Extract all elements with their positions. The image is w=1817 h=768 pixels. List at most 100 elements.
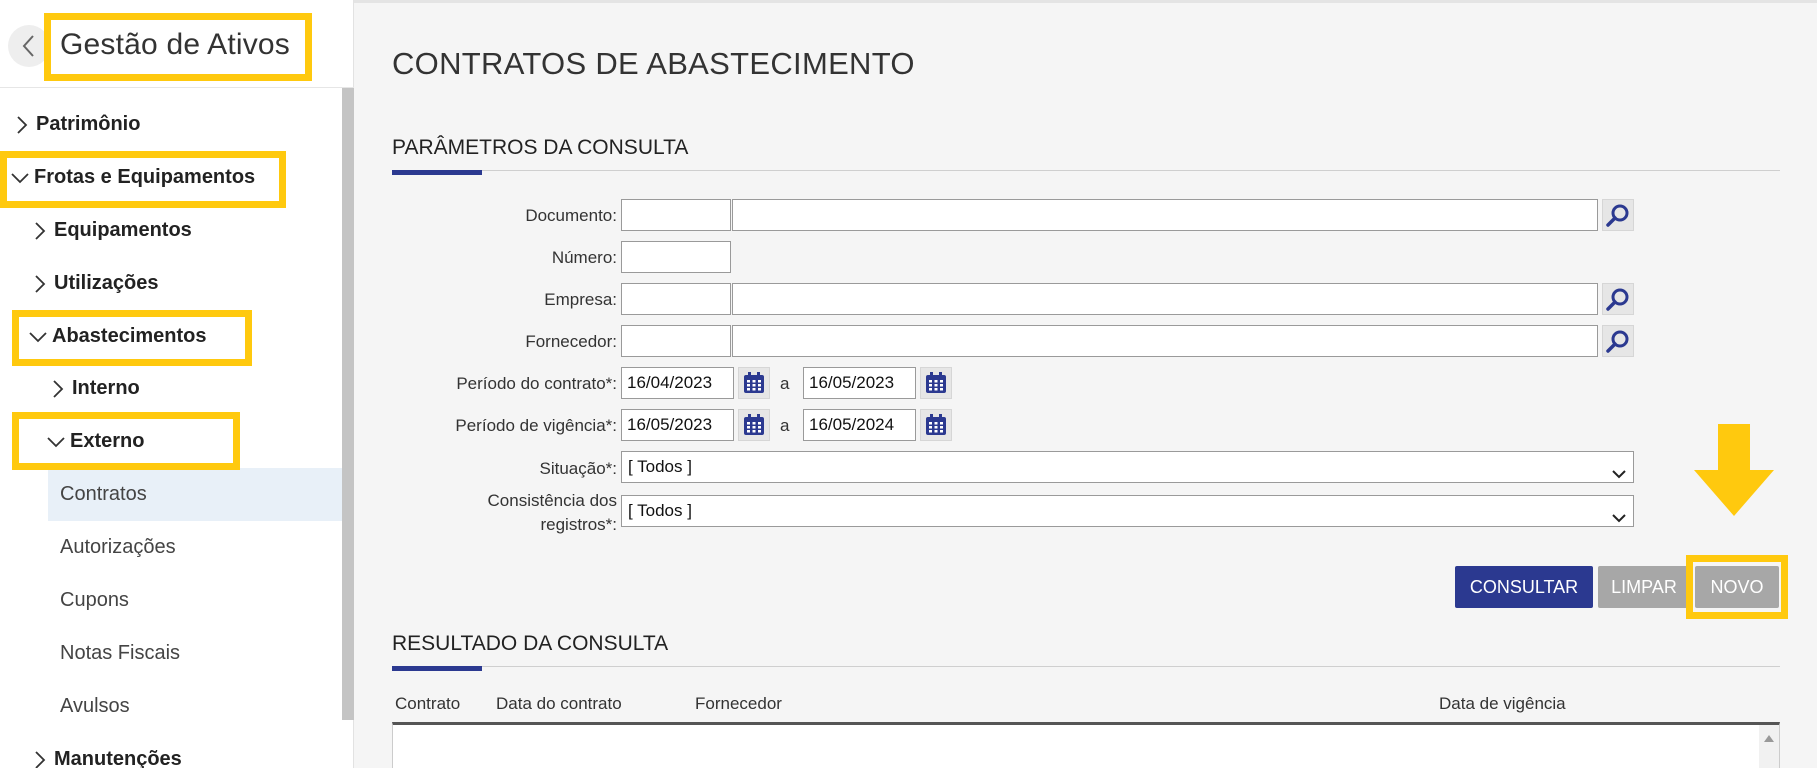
periodo-contrato-label: Período do contrato*: xyxy=(456,374,617,393)
sidebar: Gestão de Ativos Patrimônio Frotas e Equ… xyxy=(0,0,354,768)
consistencia-label-line2: registros*: xyxy=(540,515,617,534)
nav-item-label: Frotas e Equipamentos xyxy=(34,166,256,188)
nav-item-label: Autorizações xyxy=(60,536,176,558)
fornecedor-search-button[interactable] xyxy=(1602,325,1634,357)
chevron-right-icon xyxy=(30,750,50,768)
vigencia-end-date-input[interactable]: 16/05/2024 xyxy=(803,409,916,441)
top-divider xyxy=(354,0,1817,3)
contrato-start-calendar-button[interactable] xyxy=(738,367,770,399)
calendar-icon xyxy=(926,414,946,435)
documento-label: Documento: xyxy=(525,206,617,225)
nav-item-frotas-equipamentos[interactable]: Frotas e Equipamentos xyxy=(10,151,255,204)
column-header-contrato[interactable]: Contrato xyxy=(395,694,460,714)
chevron-down-icon xyxy=(46,432,66,452)
nav-item-label: Contratos xyxy=(60,483,147,505)
column-header-data-contrato[interactable]: Data do contrato xyxy=(496,694,622,714)
params-section-title: PARÂMETROS DA CONSULTA xyxy=(392,136,689,159)
column-header-fornecedor[interactable]: Fornecedor xyxy=(695,694,782,714)
situacao-select[interactable]: [ Todos ] xyxy=(621,451,1634,483)
results-table xyxy=(392,722,1780,768)
nav-item-patrimonio[interactable]: Patrimônio xyxy=(12,98,140,151)
section-divider xyxy=(392,666,1780,667)
nav-item-utilizacoes[interactable]: Utilizações xyxy=(30,257,158,310)
situacao-label: Situação*: xyxy=(539,459,618,478)
magnifier-icon xyxy=(1606,204,1629,227)
chevron-down-icon xyxy=(10,168,30,188)
range-separator: a xyxy=(780,416,790,435)
consultar-button[interactable]: CONSULTAR xyxy=(1455,566,1593,608)
numero-input[interactable] xyxy=(621,241,731,273)
range-separator: a xyxy=(780,374,790,393)
chevron-right-icon xyxy=(30,221,50,241)
calendar-icon xyxy=(744,372,764,393)
limpar-button[interactable]: LIMPAR xyxy=(1598,566,1690,608)
situacao-selected-value: [ Todos ] xyxy=(628,457,692,476)
chevron-down-icon xyxy=(1611,504,1627,534)
nav-item-autorizacoes[interactable]: Autorizações xyxy=(48,521,342,574)
back-button[interactable] xyxy=(8,25,50,67)
nav-item-label: Utilizações xyxy=(54,272,159,294)
nav-item-label: Abastecimentos xyxy=(52,325,207,347)
magnifier-icon xyxy=(1606,330,1629,353)
numero-label: Número: xyxy=(551,248,617,267)
nav-item-interno[interactable]: Interno xyxy=(48,362,140,415)
page-title: CONTRATOS DE ABASTECIMENTO xyxy=(392,46,915,81)
consistencia-select[interactable]: [ Todos ] xyxy=(621,495,1634,527)
consistencia-label: Consistência dos registros*: xyxy=(392,489,617,537)
nav-item-avulsos[interactable]: Avulsos xyxy=(48,680,342,733)
nav-item-label: Interno xyxy=(72,377,140,399)
chevron-left-icon xyxy=(22,35,34,57)
nav-item-externo[interactable]: Externo xyxy=(46,415,144,468)
consistencia-selected-value: [ Todos ] xyxy=(628,501,692,520)
documento-description-input[interactable] xyxy=(732,199,1598,231)
fornecedor-label: Fornecedor: xyxy=(525,332,617,351)
chevron-down-icon xyxy=(28,327,48,347)
fornecedor-code-input[interactable] xyxy=(621,325,731,357)
column-header-data-vigencia[interactable]: Data de vigência xyxy=(1439,694,1566,714)
nav-item-label: Externo xyxy=(70,430,145,452)
nav-item-cupons[interactable]: Cupons xyxy=(48,574,342,627)
documento-code-input[interactable] xyxy=(621,199,731,231)
fornecedor-description-input[interactable] xyxy=(732,325,1598,357)
chevron-right-icon xyxy=(30,274,50,294)
triangle-up-icon xyxy=(1764,735,1774,742)
contrato-end-calendar-button[interactable] xyxy=(920,367,952,399)
nav-item-label: Notas Fiscais xyxy=(60,642,181,664)
calendar-icon xyxy=(926,372,946,393)
nav-item-abastecimentos[interactable]: Abastecimentos xyxy=(28,310,207,363)
arrow-down-icon xyxy=(1694,424,1774,516)
nav-item-label: Patrimônio xyxy=(36,113,141,135)
sidebar-header: Gestão de Ativos xyxy=(0,0,354,88)
empresa-code-input[interactable] xyxy=(621,283,731,315)
chevron-down-icon xyxy=(1611,460,1627,490)
contrato-end-date-input[interactable]: 16/05/2023 xyxy=(803,367,916,399)
calendar-icon xyxy=(744,414,764,435)
section-accent-bar xyxy=(392,170,482,175)
empresa-label: Empresa: xyxy=(544,290,617,309)
chevron-right-icon xyxy=(12,115,32,135)
nav-item-label: Avulsos xyxy=(60,695,130,717)
novo-button[interactable]: NOVO xyxy=(1695,566,1779,608)
documento-search-button[interactable] xyxy=(1602,199,1634,231)
nav-item-label: Equipamentos xyxy=(54,219,192,241)
empresa-search-button[interactable] xyxy=(1602,283,1634,315)
nav-item-manutencoes[interactable]: Manutenções xyxy=(30,733,182,768)
nav-item-equipamentos[interactable]: Equipamentos xyxy=(30,204,192,257)
vigencia-start-calendar-button[interactable] xyxy=(738,409,770,441)
consistencia-label-line1: Consistência dos xyxy=(487,491,617,510)
app-title: Gestão de Ativos xyxy=(60,28,291,61)
nav-item-label: Cupons xyxy=(60,589,129,611)
nav-item-label: Manutenções xyxy=(54,748,182,768)
periodo-vigencia-label: Período de vigência*: xyxy=(455,416,617,435)
empresa-description-input[interactable] xyxy=(732,283,1598,315)
contrato-start-date-input[interactable]: 16/04/2023 xyxy=(621,367,734,399)
magnifier-icon xyxy=(1606,288,1629,311)
results-scrollbar[interactable] xyxy=(1759,725,1779,768)
sidebar-scrollbar[interactable] xyxy=(342,88,354,720)
vigencia-start-date-input[interactable]: 16/05/2023 xyxy=(621,409,734,441)
results-section-title: RESULTADO DA CONSULTA xyxy=(392,632,669,655)
nav-item-contratos[interactable]: Contratos xyxy=(48,468,342,521)
section-accent-bar xyxy=(392,666,482,671)
vigencia-end-calendar-button[interactable] xyxy=(920,409,952,441)
nav-item-notas-fiscais[interactable]: Notas Fiscais xyxy=(48,627,342,680)
